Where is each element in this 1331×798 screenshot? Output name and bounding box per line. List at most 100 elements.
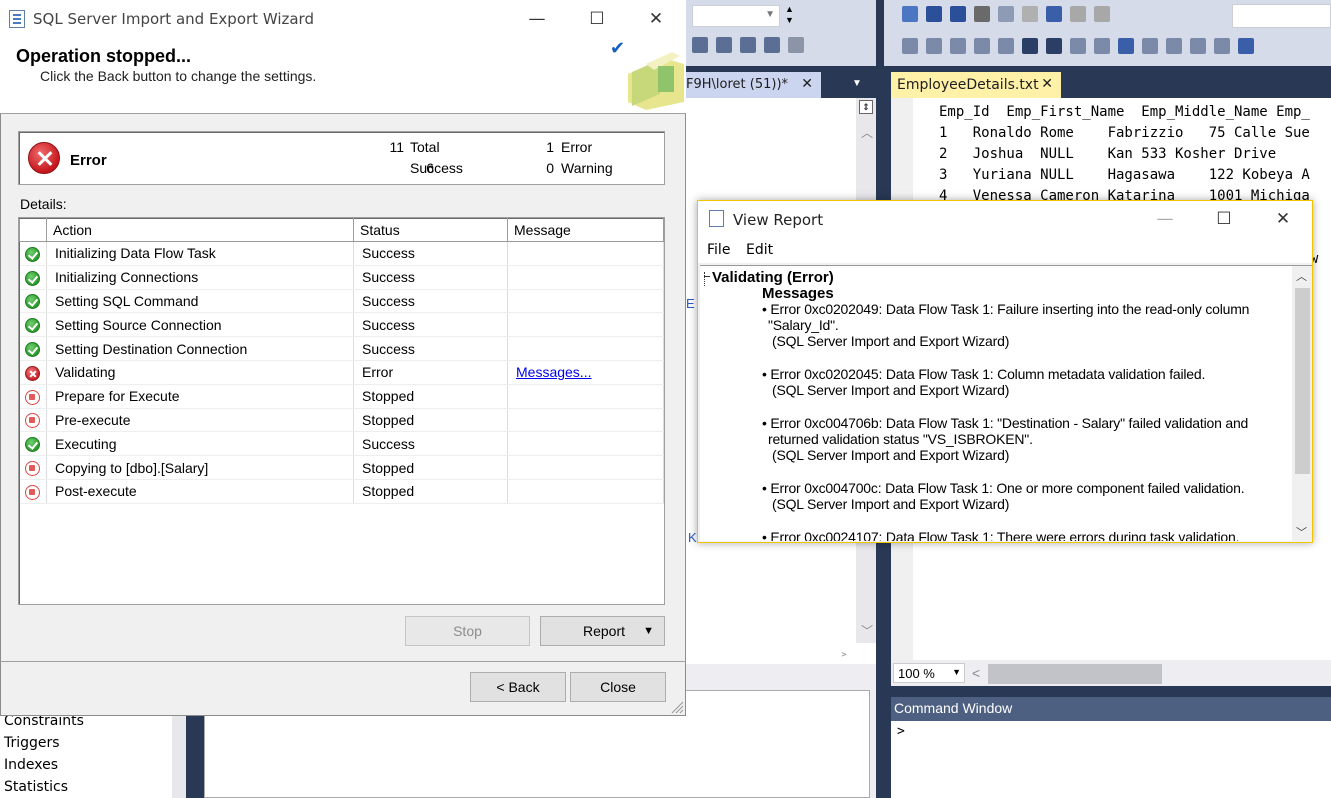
format-icon[interactable] [788,37,804,53]
chevron-down-icon[interactable]: ﹀ [1296,524,1307,540]
arrow-icon[interactable] [1238,38,1254,54]
copy-icon[interactable] [998,6,1014,22]
maximize-icon[interactable]: ☐ [1201,200,1247,238]
wizard-subheading: Click the Back button to change the sett… [40,68,317,84]
table-row[interactable]: Initializing Connections Success [19,265,664,290]
table-row[interactable]: Setting Source Connection Success [19,312,664,338]
close-icon[interactable]: ✕ [801,76,813,92]
column-header-message[interactable]: Message [507,218,664,242]
save-icon[interactable] [926,6,942,22]
report-titlebar[interactable]: View Report — ☐ ✕ [698,201,1312,237]
minimize-icon[interactable]: — [1142,200,1188,238]
messages-heading: Messages [762,285,834,302]
chevron-up-icon[interactable]: ︿ [1296,268,1307,284]
split-icon[interactable]: ⇕ [859,100,873,114]
table-row[interactable]: Prepare for Execute Stopped [19,384,664,409]
outdent-icon[interactable] [764,37,780,53]
chevron-down-icon[interactable]: ▼ [852,78,862,89]
callout-icon[interactable] [1142,38,1158,54]
ide-toolbar-overflow-icon[interactable]: ▲ ▼ [785,4,797,28]
tree-item-statistics[interactable]: Statistics [0,776,186,798]
chevron-left-icon[interactable]: < [972,665,980,681]
text-icon[interactable] [974,38,990,54]
rectangle-icon[interactable] [1118,38,1134,54]
tree-item-indexes[interactable]: Indexes [0,754,186,776]
save-all-icon[interactable] [950,6,966,22]
grid-header-icon[interactable] [19,218,47,242]
new-query-icon[interactable] [902,6,918,22]
tab-employee-details[interactable]: EmployeeDetails.txt ✕ [891,72,1061,98]
status-icon-cell [19,455,47,480]
message-cell [507,479,664,504]
message-source: (SQL Server Import and Export Wizard) [772,333,1010,349]
back-button[interactable]: < Back [470,672,566,702]
wizard-folder-icon [628,52,684,110]
message-text: • Error 0xc004706b: Data Flow Task 1: "D… [762,415,1249,431]
callout-icon[interactable] [1214,38,1230,54]
vertical-scrollbar[interactable] [172,710,186,798]
paste-icon[interactable] [1022,6,1038,22]
undo-icon[interactable] [1046,6,1062,22]
report-button[interactable]: Report ▼ [540,616,665,646]
table-row[interactable]: Pre-execute Stopped [19,408,664,433]
close-icon[interactable]: ✕ [1260,200,1306,238]
indent-icon[interactable] [740,37,756,53]
column-header-status[interactable]: Status [353,218,508,242]
menu-edit[interactable]: Edit [746,242,773,258]
table-icon[interactable] [998,38,1014,54]
ide-database-combo[interactable]: ▼ [692,5,780,27]
outdent-icon[interactable] [1046,38,1062,54]
table-row[interactable]: Setting Destination Connection Success [19,336,664,361]
message-source: (SQL Server Import and Export Wizard) [772,496,1010,512]
cut-icon[interactable] [974,6,990,22]
close-icon[interactable]: ✕ [633,0,679,38]
success-label: Success [410,160,463,176]
table-row[interactable]: Executing Success [19,431,664,457]
design-icon[interactable] [902,38,918,54]
table-row[interactable]: Initializing Data Flow Task Success [19,241,664,266]
tree-item-triggers[interactable]: Triggers [0,732,186,754]
chevron-up-icon[interactable]: ︿ [861,124,873,141]
table-row[interactable]: Setting SQL Command Success [19,289,664,314]
uncomment-icon[interactable] [1094,38,1110,54]
table-row[interactable]: Copying to [dbo].[Salary] Stopped [19,455,664,480]
scrollbar-thumb[interactable] [1295,288,1310,474]
tree-collapse-icon[interactable] [704,276,710,277]
wrap-icon[interactable] [716,37,732,53]
table-row[interactable]: Validating Error Messages... [19,360,664,385]
stop-button[interactable]: Stop [405,616,530,646]
redo-icon[interactable] [1070,6,1086,22]
minimize-icon[interactable]: — [514,0,560,38]
zoom-select[interactable]: 100 % ▼ [893,663,965,683]
comment-icon[interactable] [1070,38,1086,54]
close-button[interactable]: Close [570,672,666,702]
status-icon-cell [19,408,47,433]
chevron-right-icon[interactable]: ﹥ [838,644,850,661]
run-icon[interactable] [1094,6,1110,22]
callout-icon[interactable] [1166,38,1182,54]
action-cell: Prepare for Execute [46,384,354,409]
close-icon[interactable]: ✕ [1041,76,1053,92]
vertical-scrollbar[interactable]: ︿ ﹀ [1292,266,1312,541]
callout-icon[interactable] [1190,38,1206,54]
action-cell: Setting Destination Connection [46,336,354,361]
status-icon-cell [19,479,47,504]
ide-search-box[interactable] [1232,4,1331,28]
align-icon[interactable] [692,37,708,53]
menu-file[interactable]: File [707,242,730,258]
maximize-icon[interactable]: ☐ [574,0,620,38]
message-cell [507,312,664,338]
resize-grip-icon[interactable] [670,700,684,714]
error-icon [28,142,60,174]
horizontal-scrollbar-thumb[interactable] [988,664,1162,684]
indent-icon[interactable] [1022,38,1038,54]
chevron-down-icon[interactable]: ﹀ [861,622,873,639]
relationship-icon[interactable] [926,38,942,54]
messages-link[interactable]: Messages... [516,364,591,380]
pointer-icon[interactable] [950,38,966,54]
tab-query-document[interactable]: F9H\loret (51))* ✕ [686,72,821,98]
command-window-input[interactable]: > [891,721,1331,798]
table-row[interactable]: Post-execute Stopped [19,479,664,504]
column-header-action[interactable]: Action [46,218,354,242]
report-message: • Error 0xc004706b: Data Flow Task 1: "D… [762,415,1272,463]
